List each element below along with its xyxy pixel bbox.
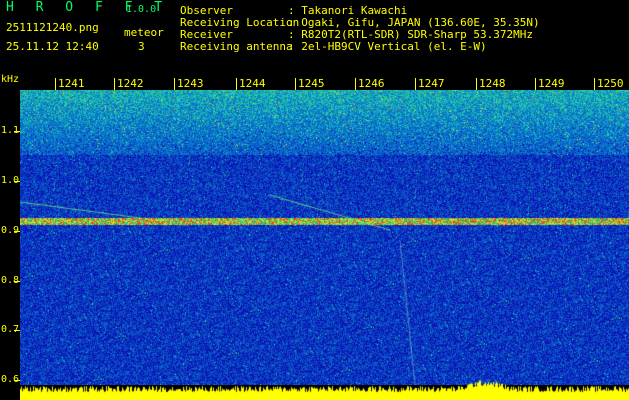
time-label: 1250 (597, 77, 624, 90)
y-tick (14, 281, 20, 282)
antenna-label: Receiving antenna (180, 40, 293, 53)
y-tick (14, 380, 20, 381)
time-label: 1246 (358, 77, 385, 90)
antenna-value: : 2el-HB9CV Vertical (el. E-W) (288, 40, 487, 53)
time-label: 1243 (177, 77, 204, 90)
meteor-count: 3 (138, 40, 145, 53)
meteor-label: meteor (124, 26, 164, 39)
time-label: 1247 (418, 77, 445, 90)
time-tick (415, 78, 416, 90)
time-tick (355, 78, 356, 90)
time-tick (295, 78, 296, 90)
time-label: 1244 (239, 77, 266, 90)
time-tick (114, 78, 115, 90)
app-version: 1.0.0 (126, 4, 157, 15)
header-panel: H R O F F T 1.0.0 2511121240.png meteor … (0, 0, 629, 78)
datetime-label: 25.11.12 12:40 (6, 40, 99, 53)
spectrogram (20, 90, 629, 385)
time-tick (236, 78, 237, 90)
y-tick (14, 231, 20, 232)
time-tick (174, 78, 175, 90)
time-label: 1248 (479, 77, 506, 90)
filename-label: 2511121240.png (6, 21, 99, 34)
time-label: 1241 (58, 77, 85, 90)
time-label: 1242 (117, 77, 144, 90)
time-tick (476, 78, 477, 90)
time-label: 1249 (538, 77, 565, 90)
y-tick (14, 181, 20, 182)
y-tick (14, 330, 20, 331)
y-tick (14, 131, 20, 132)
time-label: 1245 (298, 77, 325, 90)
time-axis: 1241 1242 1243 1244 1245 1246 1247 1248 … (0, 78, 629, 90)
time-tick (535, 78, 536, 90)
time-tick (55, 78, 56, 90)
signal-level-bars (20, 372, 629, 400)
time-tick (594, 78, 595, 90)
